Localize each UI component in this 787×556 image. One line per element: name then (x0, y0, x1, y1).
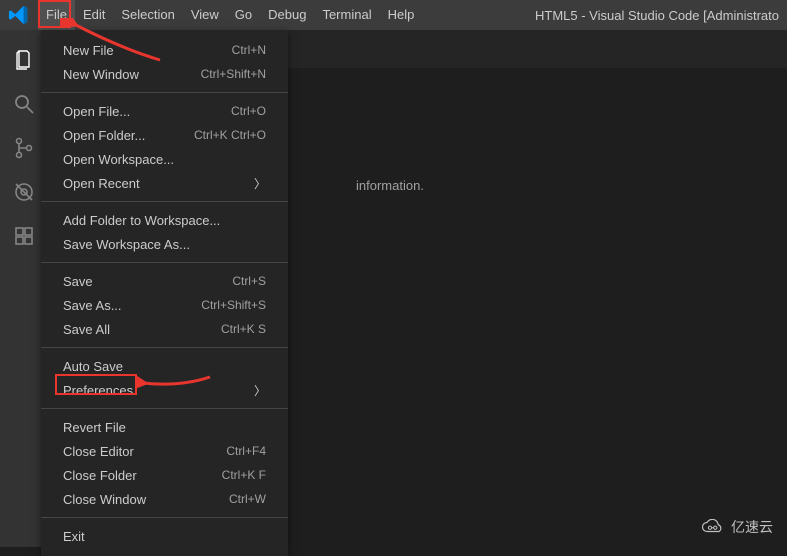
watermark-text: 亿速云 (731, 517, 773, 537)
menu-item-label: Open Folder... (63, 128, 194, 143)
chevron-right-icon: 〉 (254, 382, 266, 399)
menu-item-label: Open File... (63, 104, 231, 119)
menu-item-label: Save (63, 274, 232, 289)
menu-separator (41, 347, 288, 348)
menu-item-shortcut: Ctrl+N (232, 43, 266, 57)
window-title: HTML5 - Visual Studio Code [Administrato (422, 8, 787, 23)
menu-item-label: Close Editor (63, 444, 226, 459)
menu-terminal[interactable]: Terminal (314, 0, 379, 30)
watermark-cloud-icon (701, 519, 725, 535)
menu-open-recent[interactable]: Open Recent 〉 (41, 171, 288, 195)
menu-separator (41, 262, 288, 263)
menu-item-shortcut: Ctrl+Shift+N (201, 67, 266, 81)
vscode-logo-icon (8, 4, 30, 26)
menu-separator (41, 517, 288, 518)
menu-open-folder[interactable]: Open Folder... Ctrl+K Ctrl+O (41, 123, 288, 147)
menu-item-shortcut: Ctrl+S (232, 274, 266, 288)
menu-close-editor[interactable]: Close Editor Ctrl+F4 (41, 439, 288, 463)
menu-item-label: Close Folder (63, 468, 222, 483)
menu-close-folder[interactable]: Close Folder Ctrl+K F (41, 463, 288, 487)
watermark: 亿速云 (701, 517, 773, 537)
menu-item-shortcut: Ctrl+W (229, 492, 266, 506)
menu-close-window[interactable]: Close Window Ctrl+W (41, 487, 288, 511)
menu-item-label: Exit (63, 529, 266, 544)
menu-item-label: New Window (63, 67, 201, 82)
menu-item-shortcut: Ctrl+K F (222, 468, 266, 482)
menu-item-shortcut: Ctrl+Shift+S (201, 298, 266, 312)
menu-go[interactable]: Go (227, 0, 260, 30)
menu-separator (41, 92, 288, 93)
menu-item-shortcut: Ctrl+K S (221, 322, 266, 336)
panel-text: information. (356, 178, 424, 193)
menu-item-label: Open Workspace... (63, 152, 266, 167)
menu-item-shortcut: Ctrl+F4 (226, 444, 266, 458)
menu-item-label: Add Folder to Workspace... (63, 213, 266, 228)
chevron-right-icon: 〉 (254, 175, 266, 192)
menu-preferences[interactable]: Preferences 〉 (41, 378, 288, 402)
menu-open-workspace[interactable]: Open Workspace... (41, 147, 288, 171)
menu-open-file[interactable]: Open File... Ctrl+O (41, 99, 288, 123)
menu-item-label: New File (63, 43, 232, 58)
menu-item-label: Save Workspace As... (63, 237, 266, 252)
menu-item-shortcut: Ctrl+O (231, 104, 266, 118)
menu-help[interactable]: Help (380, 0, 423, 30)
menu-file[interactable]: File (38, 0, 75, 30)
menu-item-label: Save All (63, 322, 221, 337)
menu-save-all[interactable]: Save All Ctrl+K S (41, 317, 288, 341)
menu-revert-file[interactable]: Revert File (41, 415, 288, 439)
menu-item-shortcut: Ctrl+K Ctrl+O (194, 128, 266, 142)
menu-item-label: Revert File (63, 420, 266, 435)
menu-save[interactable]: Save Ctrl+S (41, 269, 288, 293)
menu-add-folder-workspace[interactable]: Add Folder to Workspace... (41, 208, 288, 232)
menu-view[interactable]: View (183, 0, 227, 30)
menu-exit[interactable]: Exit (41, 524, 288, 548)
menu-new-file[interactable]: New File Ctrl+N (41, 38, 288, 62)
menu-save-workspace-as[interactable]: Save Workspace As... (41, 232, 288, 256)
menu-item-label: Close Window (63, 492, 229, 507)
menu-new-window[interactable]: New Window Ctrl+Shift+N (41, 62, 288, 86)
menu-selection[interactable]: Selection (113, 0, 182, 30)
menu-item-label: Auto Save (63, 359, 266, 374)
menu-separator (41, 408, 288, 409)
menu-item-label: Preferences (63, 383, 246, 398)
menu-auto-save[interactable]: Auto Save (41, 354, 288, 378)
menu-edit[interactable]: Edit (75, 0, 113, 30)
menu-save-as[interactable]: Save As... Ctrl+Shift+S (41, 293, 288, 317)
file-menu-dropdown: New File Ctrl+N New Window Ctrl+Shift+N … (41, 30, 288, 556)
menu-item-label: Save As... (63, 298, 201, 313)
menu-debug[interactable]: Debug (260, 0, 314, 30)
menu-separator (41, 201, 288, 202)
menu-item-label: Open Recent (63, 176, 246, 191)
menubar: File Edit Selection View Go Debug Termin… (0, 0, 787, 30)
